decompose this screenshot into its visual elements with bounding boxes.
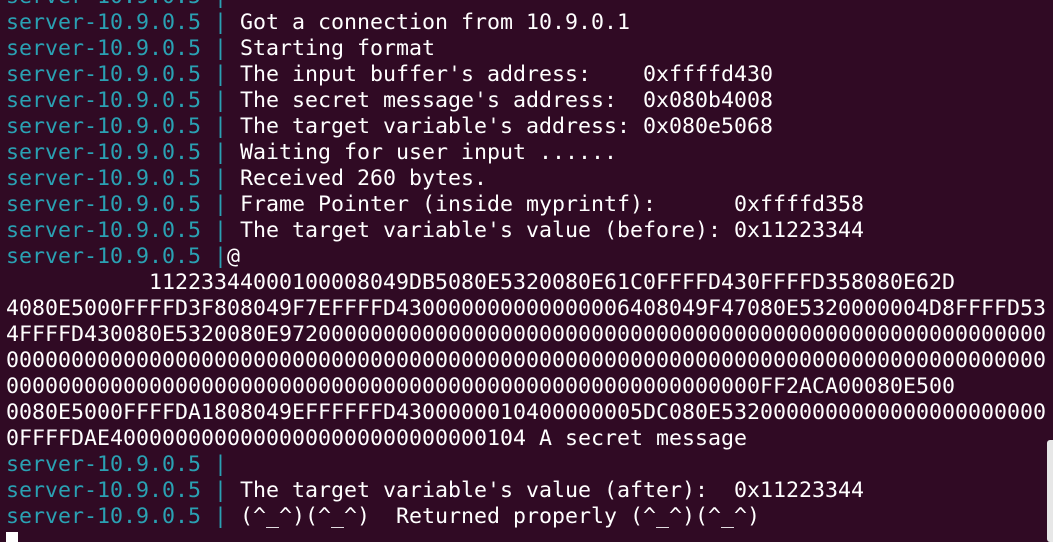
line-text: The target variable's address: 0x080e506… (240, 114, 774, 139)
terminal-window[interactable]: server-10.9.0.5 | server-10.9.0.5 | Got … (0, 0, 1053, 542)
line-prefix: server-10.9.0.5 | (6, 114, 241, 139)
line-prefix: server-10.9.0.5 | (6, 218, 241, 243)
terminal-line: server-10.9.0.5 | The input buffer's add… (6, 62, 1046, 88)
terminal-line: server-10.9.0.5 | Waiting for user input… (6, 140, 1046, 166)
line-prefix: server-10.9.0.5 | (6, 140, 241, 165)
hex-dump-line: 4FFFFD430080E5320080E9720000000000000000… (6, 322, 1046, 347)
line-text: The target variable's value (before): 0x… (240, 218, 865, 243)
line-text: The secret message's address: 0x080b4008 (240, 88, 774, 113)
line-prefix: server-10.9.0.5 | (6, 504, 241, 529)
hex-dump-line: 0000000000000000000000000000000000000000… (6, 374, 956, 399)
line-text: Starting format (240, 36, 436, 61)
line-text: The input buffer's address: 0xffffd430 (240, 62, 774, 87)
terminal-line: server-10.9.0.5 | Starting format (6, 36, 1046, 62)
prompt-line[interactable] (6, 530, 1046, 542)
terminal-line: server-10.9.0.5 | (^_^)(^_^) Returned pr… (6, 504, 1046, 530)
terminal-line: server-10.9.0.5 | Frame Pointer (inside … (6, 192, 1046, 218)
line-prefix: server-10.9.0.5 | (6, 62, 241, 87)
hex-dump-line: 0FFFFDAE40000000000000000000000000000104… (6, 426, 748, 451)
line-text: The target variable's value (after): 0x1… (240, 478, 865, 503)
terminal-line: server-10.9.0.5 |@ (6, 244, 1046, 270)
text-cursor (6, 532, 18, 542)
line-prefix: server-10.9.0.5 | (6, 36, 241, 61)
terminal-line-partial: server-10.9.0.5 | (6, 0, 1046, 10)
terminal-line: server-10.9.0.5 | Received 260 bytes. (6, 166, 1046, 192)
line-prefix: server-10.9.0.5 | (6, 452, 241, 477)
terminal-output: server-10.9.0.5 | server-10.9.0.5 | Got … (6, 0, 1046, 542)
terminal-line: server-10.9.0.5 | The secret message's a… (6, 88, 1046, 114)
terminal-line: server-10.9.0.5 | Got a connection from … (6, 10, 1046, 36)
terminal-line: server-10.9.0.5 | (6, 452, 1046, 478)
hex-dump-line: 11223344000100008049DB5080E5320080E61C0F… (6, 270, 956, 295)
line-text: (^_^)(^_^) Returned properly (^_^)(^_^) (240, 504, 761, 529)
line-prefix: server-10.9.0.5 | (6, 192, 241, 217)
line-prefix: server-10.9.0.5 | (6, 88, 241, 113)
terminal-line: server-10.9.0.5 | The target variable's … (6, 218, 1046, 244)
hex-dump-line: 4080E5000FFFFD3F808049F7EFFFFD4300000000… (6, 296, 1046, 321)
line-text: Waiting for user input ...... (240, 140, 618, 165)
line-prefix: server-10.9.0.5 | (6, 166, 241, 191)
hex-dump-line: 0080E5000FFFFDA1808049EFFFFFFD4300000010… (6, 400, 1046, 425)
terminal-line: server-10.9.0.5 | The target variable's … (6, 114, 1046, 140)
scrollbar-thumb[interactable] (1047, 440, 1053, 542)
line-prefix: server-10.9.0.5 | (6, 10, 241, 35)
line-prefix: server-10.9.0.5 | (6, 244, 228, 269)
terminal-line: server-10.9.0.5 | The target variable's … (6, 478, 1046, 504)
line-text: Got a connection from 10.9.0.1 (240, 10, 631, 35)
line-text: @ (227, 244, 241, 269)
line-text: Received 260 bytes. (240, 166, 488, 191)
hex-dump-line: 0000000000000000000000000000000000000000… (6, 348, 1046, 373)
line-prefix: server-10.9.0.5 | (6, 478, 241, 503)
line-text: Frame Pointer (inside myprintf): 0xffffd… (240, 192, 865, 217)
line-prefix: server-10.9.0.5 | (6, 0, 240, 9)
